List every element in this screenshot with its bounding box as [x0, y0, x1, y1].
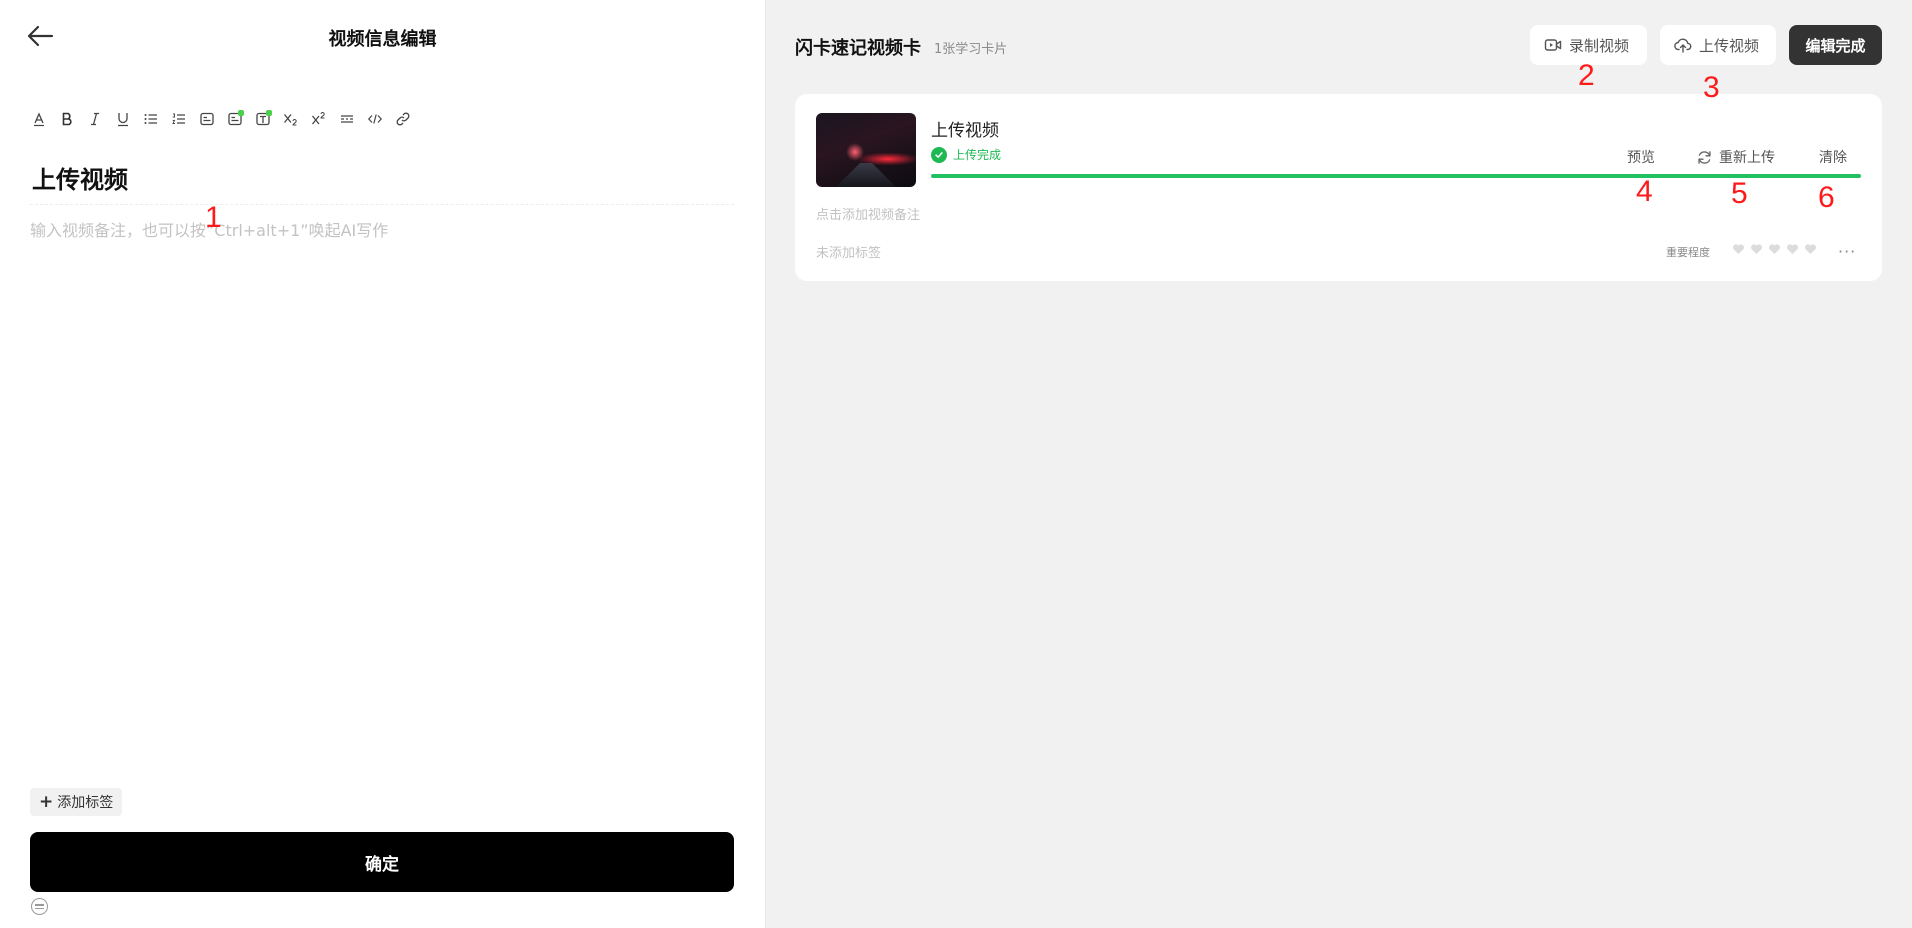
refresh-icon: [1698, 150, 1711, 164]
keyboard-icon[interactable]: [31, 898, 48, 915]
video-info-editor-panel: 视频信息编辑 上传视频 输入视频备注，也可以按“Ctrl+alt+1”唤起AI写…: [0, 0, 765, 928]
upload-progress-fill: [931, 174, 1861, 178]
heart-icon[interactable]: [1768, 243, 1781, 255]
reupload-button[interactable]: 重新上传: [1696, 147, 1775, 167]
upload-video-label: 上传视频: [1699, 36, 1760, 55]
check-circle-icon: [931, 146, 947, 163]
importance-rating: [1732, 243, 1817, 255]
heart-icon[interactable]: [1786, 243, 1799, 255]
upload-video-button[interactable]: 上传视频: [1660, 25, 1776, 65]
text-color-icon[interactable]: [28, 109, 49, 130]
annotation-3: 3: [1703, 71, 1720, 104]
add-tag-button[interactable]: + 添加标签: [30, 788, 123, 816]
video-title: 上传视频: [931, 121, 999, 141]
video-camera-icon: [1544, 39, 1562, 51]
blank-card-plus-icon[interactable]: [224, 109, 245, 130]
code-icon[interactable]: [364, 109, 385, 130]
text-card-plus-icon[interactable]: [252, 109, 273, 130]
link-icon[interactable]: [392, 109, 413, 130]
annotation-2: 2: [1578, 59, 1595, 92]
document-title[interactable]: 上传视频: [32, 160, 128, 195]
add-video-note[interactable]: 点击添加视频备注: [816, 204, 920, 223]
page-title: 视频信息编辑: [328, 29, 437, 50]
video-thumbnail[interactable]: [816, 113, 916, 187]
cloze-icon[interactable]: [336, 109, 357, 130]
edit-done-button[interactable]: 编辑完成: [1789, 25, 1882, 65]
video-card: 上传视频 上传完成 预览 重新上传 清除 点击添加视频备注 未添加标签 重要程度…: [795, 94, 1882, 281]
italic-icon[interactable]: [84, 109, 105, 130]
clear-button[interactable]: 清除: [1819, 147, 1847, 167]
deck-card-count: 1张学习卡片: [934, 42, 1008, 57]
upload-progress-bar: [931, 174, 1861, 178]
upload-status-label: 上传完成: [953, 148, 1002, 162]
card-tags[interactable]: 未添加标签: [816, 242, 881, 261]
reupload-label: 重新上传: [1719, 150, 1775, 166]
upload-status: 上传完成: [931, 146, 1001, 163]
numbered-list-icon[interactable]: [168, 109, 189, 130]
title-divider: [30, 204, 734, 205]
add-tag-label: 添加标签: [57, 795, 114, 811]
subscript-icon[interactable]: [280, 109, 301, 130]
deck-title: 闪卡速记视频卡: [795, 38, 921, 59]
panel-separator: [765, 0, 766, 928]
importance-label: 重要程度: [1666, 246, 1710, 259]
rich-text-toolbar: [28, 108, 413, 130]
annotation-4: 4: [1636, 175, 1653, 208]
heart-icon[interactable]: [1750, 243, 1763, 255]
bold-icon[interactable]: [56, 109, 77, 130]
annotation-6: 6: [1818, 181, 1835, 214]
preview-button[interactable]: 预览: [1627, 147, 1655, 167]
heart-icon[interactable]: [1804, 243, 1817, 255]
bulleted-list-icon[interactable]: [140, 109, 161, 130]
cloud-upload-icon: [1674, 38, 1692, 53]
confirm-button[interactable]: 确定: [30, 832, 734, 892]
blank-card-icon[interactable]: [196, 109, 217, 130]
underline-icon[interactable]: [112, 109, 133, 130]
video-note-input[interactable]: [30, 221, 730, 240]
annotation-5: 5: [1731, 177, 1748, 210]
plus-icon: +: [39, 792, 54, 812]
record-video-label: 录制视频: [1569, 36, 1630, 55]
annotation-1: 1: [205, 201, 222, 234]
heart-icon[interactable]: [1732, 243, 1745, 255]
more-options-icon[interactable]: ···: [1838, 242, 1856, 261]
superscript-icon[interactable]: [308, 109, 329, 130]
